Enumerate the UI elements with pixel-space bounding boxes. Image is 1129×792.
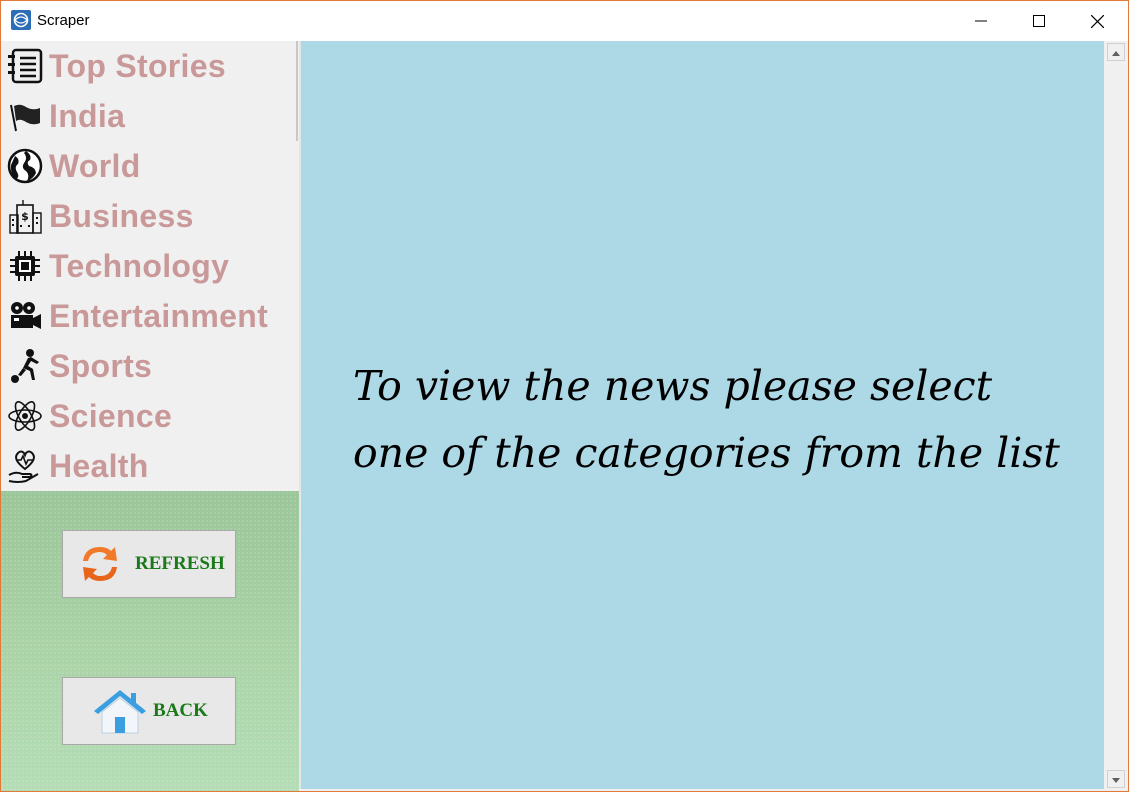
soccer-player-icon bbox=[5, 346, 45, 386]
category-world[interactable]: World bbox=[5, 141, 295, 191]
news-content-area: To view the news please select one of th… bbox=[299, 41, 1106, 789]
caret-up-icon bbox=[1112, 43, 1120, 61]
category-label: Technology bbox=[49, 247, 230, 284]
caret-down-icon bbox=[1112, 770, 1120, 788]
category-science[interactable]: Science bbox=[5, 391, 295, 441]
category-label: India bbox=[49, 97, 126, 134]
window-title: Scraper bbox=[37, 12, 90, 29]
atom-icon bbox=[5, 396, 45, 436]
content-scrollbar[interactable] bbox=[1104, 41, 1128, 791]
category-label: Sports bbox=[49, 347, 153, 384]
category-list: Top Stories India World $ Business Techn… bbox=[1, 41, 299, 491]
category-label: Science bbox=[49, 397, 173, 434]
category-label: World bbox=[49, 147, 141, 184]
maximize-icon bbox=[1033, 15, 1045, 27]
notebook-icon bbox=[5, 46, 45, 86]
scroll-down-button[interactable] bbox=[1107, 770, 1125, 788]
heart-hand-icon bbox=[5, 446, 45, 486]
category-top-stories[interactable]: Top Stories bbox=[5, 41, 295, 91]
action-panel: REFRESH BACK bbox=[1, 491, 299, 791]
refresh-label: REFRESH bbox=[135, 553, 225, 574]
home-icon bbox=[91, 686, 149, 736]
refresh-button[interactable]: REFRESH bbox=[62, 530, 236, 598]
category-technology[interactable]: Technology bbox=[5, 241, 295, 291]
svg-text:$: $ bbox=[21, 210, 29, 223]
maximize-button[interactable] bbox=[1010, 1, 1068, 41]
category-india[interactable]: India bbox=[5, 91, 295, 141]
app-window: Scraper Top Stories India World $ Busine… bbox=[0, 0, 1129, 792]
close-icon bbox=[1090, 14, 1104, 28]
chip-icon bbox=[5, 246, 45, 286]
minimize-button[interactable] bbox=[952, 1, 1010, 41]
back-button[interactable]: BACK bbox=[62, 677, 236, 745]
instruction-message: To view the news please select one of th… bbox=[353, 353, 1060, 487]
title-bar[interactable]: Scraper bbox=[1, 1, 1128, 41]
category-sports[interactable]: Sports bbox=[5, 341, 295, 391]
category-label: Entertainment bbox=[49, 297, 269, 334]
globe-icon bbox=[5, 146, 45, 186]
scroll-up-button[interactable] bbox=[1107, 43, 1125, 61]
close-button[interactable] bbox=[1068, 1, 1126, 41]
category-entertainment[interactable]: Entertainment bbox=[5, 291, 295, 341]
refresh-icon bbox=[75, 539, 125, 589]
building-dollar-icon: $ bbox=[5, 196, 45, 236]
back-label: BACK bbox=[153, 700, 208, 721]
app-icon bbox=[11, 10, 31, 30]
flag-icon bbox=[5, 96, 45, 136]
instruction-line: one of the categories from the list bbox=[353, 429, 1060, 477]
category-health[interactable]: Health bbox=[5, 441, 295, 491]
minimize-icon bbox=[975, 15, 987, 27]
category-label: Business bbox=[49, 197, 194, 234]
category-label: Top Stories bbox=[49, 47, 226, 84]
sidebar-scrollbar[interactable] bbox=[296, 41, 298, 141]
film-camera-icon bbox=[5, 296, 45, 336]
instruction-line: To view the news please select bbox=[353, 362, 993, 410]
category-business[interactable]: $ Business bbox=[5, 191, 295, 241]
category-label: Health bbox=[49, 447, 149, 484]
